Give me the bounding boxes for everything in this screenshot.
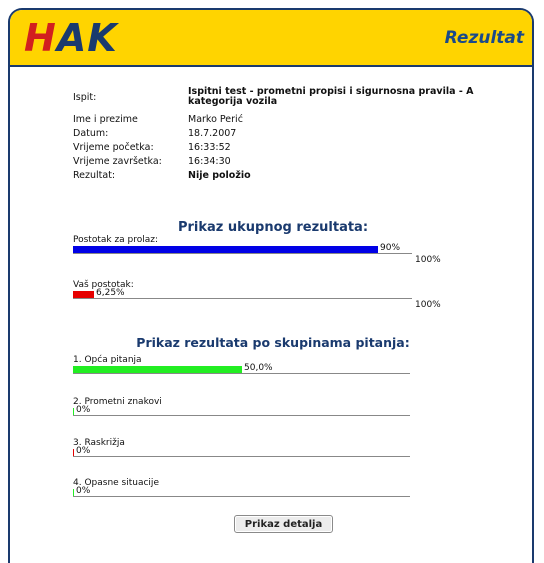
window-frame: HAK Rezultat Ispit: Ispitni test - promet… [8,8,534,563]
bar-fill [73,408,74,415]
info-label: Ispit: [73,92,97,103]
bar-label: 2. Prometni znakovi [73,397,162,407]
header-bar: HAK Rezultat [10,10,532,67]
bar-fill [73,246,378,253]
info-row: Vrijeme završetka: 16:34:30 [73,155,488,169]
info-value: 18.7.2007 [188,128,237,139]
bar-percent: 0% [76,405,91,415]
groups-section-title: Prikaz rezultata po skupinama pitanja: [136,335,410,350]
bar-percent: 0% [76,446,91,456]
info-value: Marko Perić [188,114,243,125]
page-title: Rezultat [444,28,524,48]
info-label: Ime i prezime [73,114,138,125]
bar-percent: 90% [380,243,401,253]
bar-label: 1. Opća pitanja [73,355,142,365]
logo-text: HAK [24,16,118,60]
info-row: Datum: 18.7.2007 [73,127,488,141]
bar-fill [73,291,94,298]
details-button[interactable]: Prikaz detalja [234,515,333,533]
bar-fill [73,449,74,456]
bar-max-label: 100% [415,300,441,310]
group-bar: 1. Opća pitanja 50,0% [73,355,410,374]
bar-label: 4. Opasne situacije [73,478,159,488]
info-row: Rezultat: Nije položio [73,169,488,183]
info-row: Ime i prezime Marko Perić [73,113,488,127]
info-label: Rezultat: [73,170,116,181]
bar-fill [73,366,242,373]
info-value: Nije položio [188,170,251,181]
exam-info-table: Ispit: Ispitni test - prometni propisi i … [73,87,488,183]
info-row: Vrijeme početka: 16:33:52 [73,141,488,155]
your-percentage-bar: Vaš postotak: 6,25% 100% [73,280,441,310]
group-bar: 4. Opasne situacije 0% [73,478,410,497]
info-row: Ispit: Ispitni test - prometni propisi i … [73,87,488,107]
bar-percent: 6,25% [96,288,125,298]
info-label: Datum: [73,128,109,139]
pass-percentage-bar: Postotak za prolaz: 90% 100% [73,235,441,265]
bar-label: Postotak za prolaz: [73,235,159,245]
bar-label: 3. Raskrižja [73,438,125,448]
bar-track: 0% [73,486,410,497]
overall-section-title: Prikaz ukupnog rezultata: [177,220,369,235]
info-label: Vrijeme završetka: [73,156,162,167]
hak-logo: HAK [24,16,118,60]
bar-track: 50,0% [73,363,410,374]
info-value: 16:34:30 [188,156,231,167]
bar-track: 0% [73,405,410,416]
bar-track: 0% [73,446,410,457]
group-bar: 2. Prometni znakovi 0% [73,397,410,416]
group-bar: 3. Raskrižja 0% [73,438,410,457]
info-value: 16:33:52 [188,142,231,153]
bar-fill [73,489,74,496]
bar-percent: 0% [76,486,91,496]
bar-track: 90% [73,243,412,254]
info-value: Ispitni test - prometni propisi i sigurn… [188,86,474,107]
info-label: Vrijeme početka: [73,142,154,153]
bar-percent: 50,0% [244,363,273,373]
bar-track: 6,25% [73,288,412,299]
bar-max-label: 100% [415,255,441,265]
